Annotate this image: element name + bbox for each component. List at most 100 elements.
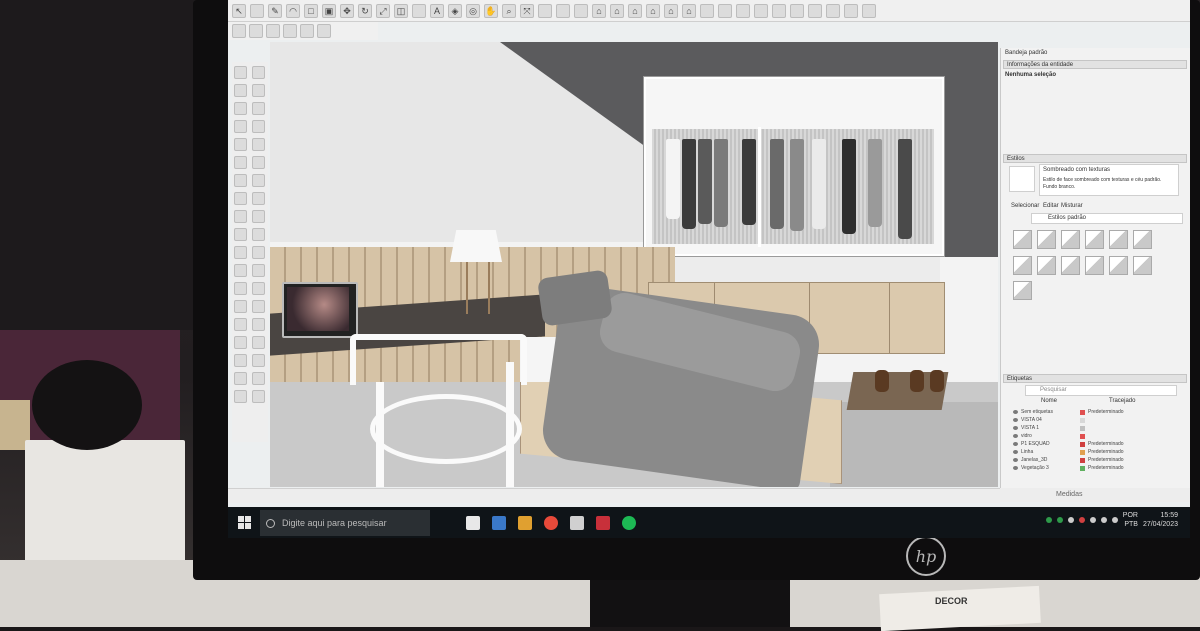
textured-icon[interactable]: [772, 3, 786, 18]
sandbox-icon[interactable]: [862, 3, 876, 18]
arc-icon[interactable]: [234, 156, 247, 169]
windows-start-icon[interactable]: [234, 513, 254, 533]
taskbar-app-icon[interactable]: [570, 515, 584, 530]
solid-union-icon[interactable]: [266, 24, 280, 38]
pie-icon[interactable]: [252, 174, 265, 187]
look-around-icon[interactable]: [234, 372, 247, 385]
tag-color-swatch[interactable]: [1080, 409, 1085, 415]
eye-icon[interactable]: [1013, 418, 1018, 422]
tray-icon[interactable]: [1067, 517, 1074, 523]
front-view-icon[interactable]: ⌂: [628, 3, 642, 18]
volume-icon[interactable]: [1111, 517, 1118, 523]
taskbar-search[interactable]: Digite aqui para pesquisar: [260, 509, 430, 536]
eye-icon[interactable]: [1013, 466, 1018, 470]
measurements-box[interactable]: Medidas: [1000, 488, 1190, 502]
style-thumb[interactable]: [1013, 255, 1032, 275]
walk-icon[interactable]: [252, 354, 265, 367]
top-view-icon[interactable]: ⌂: [610, 3, 624, 18]
wifi-icon[interactable]: [1100, 517, 1107, 523]
extension-icon[interactable]: [556, 3, 570, 18]
style-library-select[interactable]: Estilos padrão: [1031, 213, 1183, 224]
keyboard-layout[interactable]: POR PTB: [1123, 511, 1138, 529]
move-icon[interactable]: [234, 192, 247, 205]
tag-row[interactable]: P1 ESQUAD Predeterminado: [1013, 440, 1183, 448]
style-thumb[interactable]: [1133, 230, 1152, 249]
3d-text-icon[interactable]: [252, 282, 265, 295]
display-cut-icon[interactable]: [252, 390, 265, 403]
eye-icon[interactable]: [1013, 410, 1018, 414]
followme-icon[interactable]: [252, 210, 265, 223]
paint-tool-icon[interactable]: ◈: [448, 3, 462, 18]
select-tool-icon[interactable]: ↖: [232, 3, 246, 18]
tab-editar[interactable]: Editar: [1043, 203, 1059, 209]
protractor-icon[interactable]: [234, 264, 247, 277]
pushpull-tool-icon[interactable]: ▣: [322, 3, 336, 18]
taskbar-app-icon[interactable]: [622, 515, 636, 530]
tag-row[interactable]: Sem etiquetas Predeterminado: [1013, 408, 1183, 416]
style-thumb[interactable]: [1013, 281, 1032, 301]
component-maker-icon[interactable]: [252, 66, 265, 79]
scale-icon[interactable]: [234, 228, 247, 241]
iso-view-icon[interactable]: ⌂: [592, 3, 606, 18]
solid-split-icon[interactable]: [317, 24, 331, 38]
pan-tool-icon[interactable]: ✋: [484, 3, 498, 18]
entity-info-header[interactable]: Informações da entidade: [1003, 60, 1187, 69]
styles-header[interactable]: Estilos: [1003, 154, 1187, 163]
offset-icon[interactable]: [252, 228, 265, 241]
three-point-arc-icon[interactable]: [234, 174, 247, 187]
zoom-icon[interactable]: [234, 318, 247, 331]
style-thumb[interactable]: [1037, 255, 1056, 275]
taskbar-app-icon[interactable]: [466, 515, 480, 530]
display-section-icon[interactable]: [234, 390, 247, 403]
tag-row[interactable]: Vegetação 3 Predeterminado: [1013, 464, 1183, 472]
polygon-icon[interactable]: [252, 138, 265, 151]
rectangle-icon[interactable]: [234, 120, 247, 133]
tag-color-swatch[interactable]: [1080, 425, 1085, 431]
text-tool-icon[interactable]: A: [430, 3, 444, 18]
previous-view-icon[interactable]: [252, 336, 265, 349]
layout-icon[interactable]: [574, 3, 588, 18]
taskbar-app-icon[interactable]: [518, 515, 532, 530]
style-thumb[interactable]: [1061, 255, 1080, 275]
axes-icon[interactable]: [234, 282, 247, 295]
eraser-icon[interactable]: [252, 84, 265, 97]
section-fill-icon[interactable]: [844, 3, 858, 18]
move-tool-icon[interactable]: ✥: [340, 3, 354, 18]
style-description-box[interactable]: Sombreado com texturas Estilo de face so…: [1039, 164, 1179, 196]
circle-icon[interactable]: [234, 138, 247, 151]
section-plane-left-icon[interactable]: [252, 372, 265, 385]
style-thumb[interactable]: [1085, 230, 1104, 249]
shaded-icon[interactable]: [754, 3, 768, 18]
rotated-rectangle-icon[interactable]: [252, 120, 265, 133]
tag-color-swatch[interactable]: [1080, 449, 1085, 455]
tag-color-swatch[interactable]: [1080, 433, 1085, 439]
eye-icon[interactable]: [1013, 426, 1018, 430]
component-icon[interactable]: [232, 24, 246, 38]
taskbar-app-icon[interactable]: [544, 515, 558, 530]
tag-color-swatch[interactable]: [1080, 457, 1085, 463]
rotate-icon[interactable]: [234, 210, 247, 223]
tape-measure-icon[interactable]: [234, 246, 247, 259]
text-icon[interactable]: [252, 264, 265, 277]
group-icon[interactable]: [249, 24, 263, 38]
clock[interactable]: 15:59 27/04/2023: [1143, 511, 1178, 529]
eye-icon[interactable]: [1013, 458, 1018, 462]
tag-row[interactable]: vidro: [1013, 432, 1183, 440]
eye-icon[interactable]: [1013, 450, 1018, 454]
monochrome-icon[interactable]: [790, 3, 804, 18]
style-thumb[interactable]: [1109, 230, 1128, 249]
style-thumb[interactable]: [1013, 230, 1032, 249]
orbit-tool-icon[interactable]: ◎: [466, 3, 480, 18]
tray-icon[interactable]: [1045, 517, 1052, 523]
pushpull-icon[interactable]: [252, 192, 265, 205]
eraser-tool-icon[interactable]: [250, 3, 264, 18]
tab-misturar[interactable]: Misturar: [1061, 203, 1083, 209]
line-icon[interactable]: [234, 102, 247, 115]
tag-row[interactable]: Janelas_3D Predeterminado: [1013, 456, 1183, 464]
tab-selecionar[interactable]: Selecionar: [1011, 203, 1039, 209]
offset-tool-icon[interactable]: ◫: [394, 3, 408, 18]
section-plane-icon[interactable]: [808, 3, 822, 18]
tray-icon[interactable]: [1056, 517, 1063, 523]
tag-row[interactable]: VISTA 1: [1013, 424, 1183, 432]
pan-icon[interactable]: [252, 300, 265, 313]
